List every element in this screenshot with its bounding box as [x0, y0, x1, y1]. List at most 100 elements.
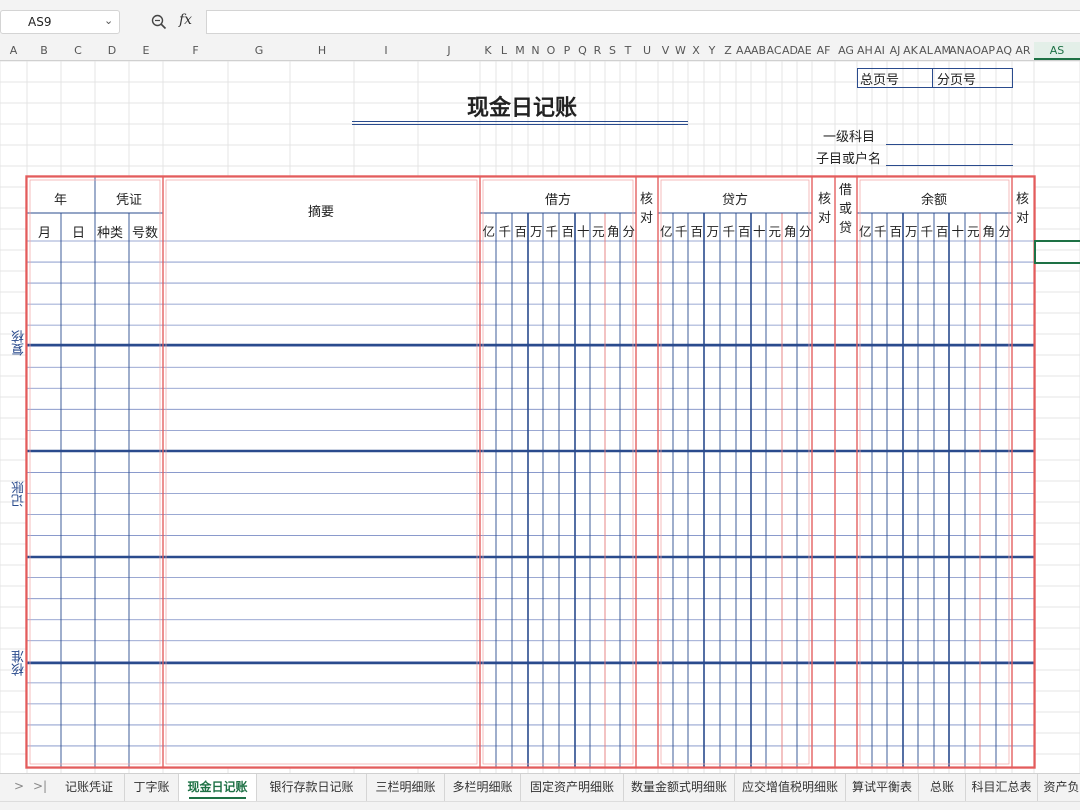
sheet-tab[interactable]: 应交增值税明细账	[735, 774, 846, 801]
name-box-value: AS9	[28, 15, 52, 29]
column-header-ac[interactable]: AC	[766, 42, 782, 60]
sheet-tab[interactable]: 记账凭证	[54, 774, 125, 801]
digit-unit-label: 百	[737, 224, 751, 239]
column-header-ap[interactable]: AP	[980, 42, 996, 60]
digit-unit-label: 角	[606, 224, 620, 239]
column-header-j[interactable]: J	[418, 42, 480, 60]
column-header-c[interactable]: C	[61, 42, 95, 60]
digit-unit-label: 百	[690, 224, 703, 239]
sheet-tab[interactable]: 数量金额式明细账	[624, 774, 735, 801]
column-header-z[interactable]: Z	[720, 42, 736, 60]
chevron-down-icon[interactable]: ⌄	[104, 14, 113, 27]
column-header-w[interactable]: W	[673, 42, 688, 60]
sheet-tab[interactable]: 多栏明细账	[445, 774, 521, 801]
column-header-r[interactable]: R	[590, 42, 605, 60]
column-header-g[interactable]: G	[228, 42, 290, 60]
formula-input[interactable]	[206, 10, 1080, 34]
digit-unit-label: 十	[951, 224, 964, 239]
sheet-tab[interactable]: 现金日记账	[179, 774, 257, 801]
column-header-ag[interactable]: AG	[835, 42, 857, 60]
column-header-am[interactable]: AM	[934, 42, 951, 60]
column-header-ab[interactable]: AB	[751, 42, 766, 60]
total-page-no-label: 总页号	[860, 73, 900, 88]
column-header-af[interactable]: AF	[812, 42, 835, 60]
ledger-title: 现金日记账	[466, 96, 577, 121]
column-header-y[interactable]: Y	[704, 42, 720, 60]
last-sheet-icon[interactable]: >|	[33, 779, 47, 793]
name-box[interactable]	[0, 10, 120, 34]
column-header-al[interactable]: AL	[918, 42, 934, 60]
column-header-i[interactable]: I	[354, 42, 418, 60]
column-header-p[interactable]: P	[559, 42, 575, 60]
chevron-right-icon[interactable]: >	[14, 779, 24, 793]
sheet-tab[interactable]: 银行存款日记账	[257, 774, 367, 801]
column-header-k[interactable]: K	[480, 42, 496, 60]
column-header-aj[interactable]: AJ	[887, 42, 903, 60]
column-header-ak[interactable]: AK	[903, 42, 918, 60]
digit-unit-label: 分	[798, 224, 812, 239]
sheet-tab[interactable]: 资产负债	[1038, 774, 1080, 801]
digit-unit-label: 百	[935, 224, 949, 239]
column-header-m[interactable]: M	[512, 42, 528, 60]
column-header-e[interactable]: E	[129, 42, 163, 60]
column-header-o[interactable]: O	[543, 42, 559, 60]
column-header-d[interactable]: D	[95, 42, 129, 60]
column-header-s[interactable]: S	[605, 42, 620, 60]
column-header-t[interactable]: T	[620, 42, 636, 60]
column-header-a[interactable]: A	[0, 42, 27, 60]
sheet-tab[interactable]: 固定资产明细账	[521, 774, 624, 801]
digit-unit-label: 角	[982, 224, 995, 239]
sub-page-no-label: 分页号	[937, 73, 977, 88]
balance-check-header: 核对	[1016, 192, 1030, 226]
column-header-b[interactable]: B	[27, 42, 61, 60]
column-header-l[interactable]: L	[496, 42, 512, 60]
worksheet-grid[interactable]	[0, 61, 1080, 773]
digit-unit-label: 万	[706, 224, 719, 239]
digit-unit-label: 十	[576, 224, 590, 239]
column-header-ar[interactable]: AR	[1012, 42, 1034, 60]
column-header-ai[interactable]: AI	[872, 42, 887, 60]
sheet-tab[interactable]: 丁字账	[125, 774, 179, 801]
column-header-as[interactable]: AS	[1034, 42, 1080, 60]
bookkeeping-side-label: 记账	[12, 481, 27, 507]
zoom-icon[interactable]	[150, 13, 168, 31]
column-header-aq[interactable]: AQ	[996, 42, 1012, 60]
column-header-ae[interactable]: AE	[797, 42, 812, 60]
debit-header: 借方	[545, 193, 572, 208]
column-header-u[interactable]: U	[636, 42, 658, 60]
ledger-table-bg	[27, 177, 1034, 767]
digit-unit-label: 十	[752, 224, 766, 239]
column-header-n[interactable]: N	[528, 42, 543, 60]
column-header-v[interactable]: V	[658, 42, 673, 60]
digit-unit-label: 亿	[858, 224, 872, 239]
sheet-tab[interactable]: 三栏明细账	[367, 774, 445, 801]
column-header-q[interactable]: Q	[575, 42, 590, 60]
day-header: 日	[72, 226, 86, 241]
status-bar	[0, 801, 1080, 810]
digit-unit-label: 万	[904, 224, 918, 239]
digit-unit-label: 千	[722, 224, 735, 239]
sheet-tab-bar: 记账凭证 丁字账 现金日记账 银行存款日记账 三栏明细账 多栏明细账 固定资产明细账 数量金额…	[0, 773, 1080, 801]
digit-unit-label: 亿	[482, 224, 495, 239]
column-header-ao[interactable]: AO	[965, 42, 981, 60]
column-header-ah[interactable]: AH	[857, 42, 873, 60]
year-header: 年	[54, 193, 68, 208]
column-header-row: A B C D E F G H I J K L M N O P Q R S T U V W X Y Z AA AB AC AD AE AF AG…	[0, 42, 1080, 61]
sheet-tab[interactable]: 算试平衡表	[846, 774, 919, 801]
digit-unit-label: 千	[873, 224, 887, 239]
column-header-x[interactable]: X	[688, 42, 704, 60]
column-header-h[interactable]: H	[290, 42, 354, 60]
column-header-ad[interactable]: AD	[782, 42, 798, 60]
sheet-tab[interactable]: 总账	[919, 774, 966, 801]
sheet-tab[interactable]: 科目汇总表	[966, 774, 1038, 801]
column-header-an[interactable]: AN	[949, 42, 965, 60]
digit-unit-label: 元	[966, 224, 980, 239]
column-header-f[interactable]: F	[163, 42, 228, 60]
function-icon[interactable]: fx	[179, 12, 192, 28]
review-side-label: 复核	[12, 330, 27, 356]
credit-header: 贷方	[722, 193, 749, 208]
digit-unit-label: 百	[561, 224, 574, 239]
digit-unit-label: 分	[622, 224, 635, 239]
column-header-aa[interactable]: AA	[736, 42, 751, 60]
digit-unit-label: 千	[674, 224, 688, 239]
